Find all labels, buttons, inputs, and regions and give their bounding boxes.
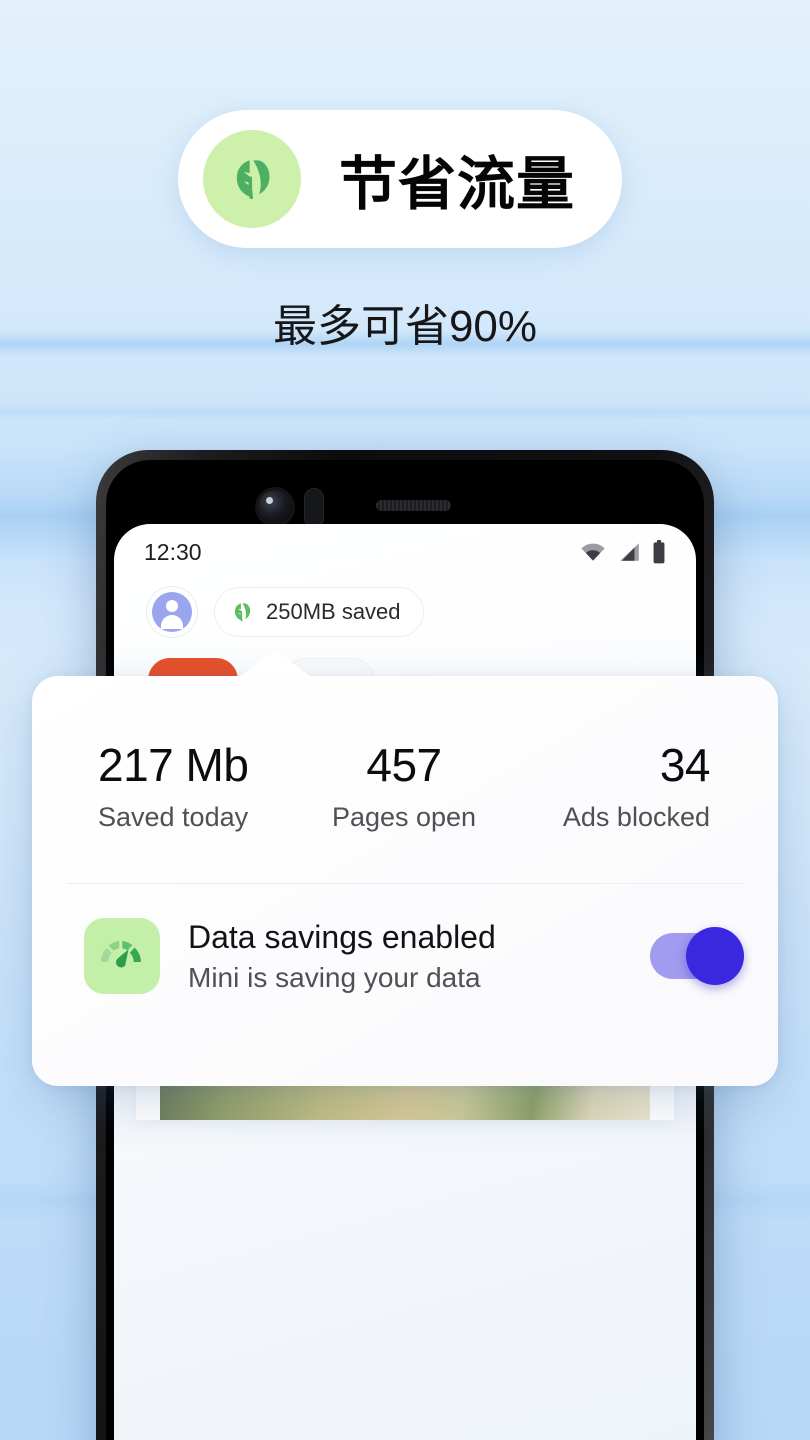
toggle-thumb bbox=[686, 927, 744, 986]
person-icon bbox=[152, 592, 192, 632]
header-pill: 节省流量 bbox=[178, 110, 622, 248]
wifi-icon bbox=[581, 543, 605, 561]
earpiece-speaker bbox=[376, 500, 451, 511]
leaf-icon bbox=[234, 603, 251, 622]
data-saved-label: 250MB saved bbox=[266, 599, 401, 624]
signal-icon bbox=[620, 543, 639, 561]
battery-icon bbox=[653, 540, 665, 564]
account-avatar[interactable] bbox=[146, 586, 198, 638]
stat-saved-today: 217 Mb Saved today bbox=[78, 738, 302, 833]
header-title: 节省流量 bbox=[339, 152, 576, 217]
browser-top-bar: 250MB saved bbox=[114, 580, 696, 638]
proximity-sensor-icon bbox=[304, 488, 324, 528]
leaf-icon bbox=[236, 160, 270, 199]
stat-label: Saved today bbox=[98, 802, 249, 832]
status-time: 12:30 bbox=[144, 538, 202, 565]
data-saved-chip[interactable]: 250MB saved bbox=[214, 587, 424, 637]
status-bar: 12:30 bbox=[114, 524, 696, 580]
data-savings-text: Data savings enabled Mini is saving your… bbox=[188, 918, 622, 994]
front-camera-icon bbox=[258, 490, 292, 524]
data-savings-toggle[interactable] bbox=[650, 927, 744, 986]
stat-ads-blocked: 34 Ads blocked bbox=[506, 738, 732, 833]
data-savings-row[interactable]: Data savings enabled Mini is saving your… bbox=[32, 884, 778, 995]
data-savings-title: Data savings enabled bbox=[188, 919, 496, 955]
popup-arrow bbox=[239, 650, 311, 677]
background-band bbox=[0, 404, 810, 420]
stats-row: 217 Mb Saved today 457 Pages open 34 Ads… bbox=[32, 676, 778, 833]
status-icons bbox=[580, 540, 666, 564]
stat-label: Pages open bbox=[331, 802, 477, 832]
stat-value: 457 bbox=[366, 739, 442, 791]
data-savings-subtitle: Mini is saving your data bbox=[188, 962, 481, 994]
stat-value: 217 Mb bbox=[98, 739, 249, 791]
speedometer-icon-bg bbox=[84, 918, 160, 995]
stat-value: 34 bbox=[659, 739, 711, 791]
speedometer-icon bbox=[100, 941, 141, 968]
header-subtitle: 最多可省90% bbox=[272, 302, 538, 351]
data-savings-popup: 217 Mb Saved today 457 Pages open 34 Ads… bbox=[32, 650, 778, 1086]
stat-label: Ads blocked bbox=[562, 802, 710, 832]
stat-pages-open: 457 Pages open bbox=[302, 738, 506, 833]
leaf-icon-circle bbox=[203, 130, 301, 228]
